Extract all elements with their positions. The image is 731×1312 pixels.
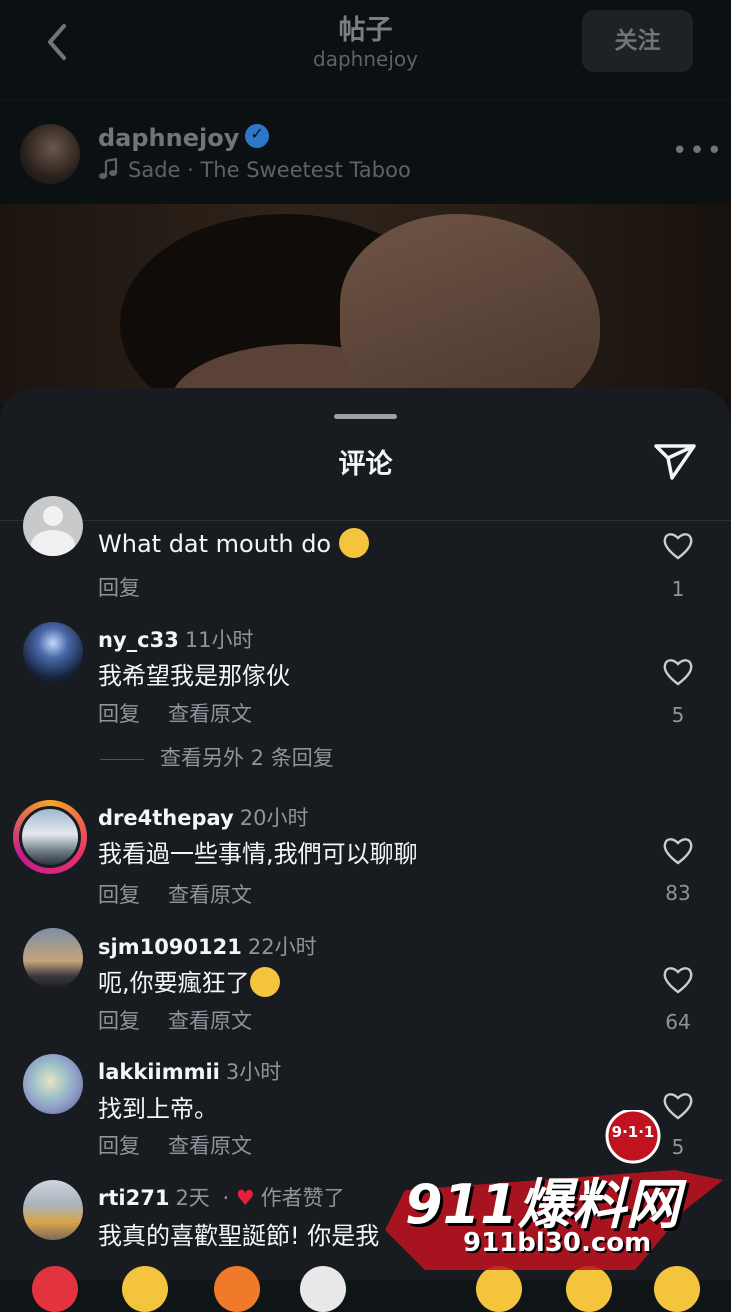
like-count: 64 — [665, 1010, 691, 1034]
expressionless-emoji-icon — [249, 967, 280, 997]
reply-button[interactable]: 回复 — [98, 1134, 140, 1158]
like-count: 5 — [671, 703, 685, 727]
comment-username[interactable]: dre4thepay 20小时 — [98, 802, 308, 832]
like-heart-icon[interactable] — [662, 531, 694, 561]
comment-text: What dat mouth do — [98, 528, 369, 560]
reply-button[interactable]: 回复 — [98, 883, 140, 907]
comment-avatar[interactable] — [23, 928, 83, 988]
reply-thread-line — [100, 758, 144, 760]
reply-button[interactable]: 回复 — [98, 576, 140, 600]
comment-username[interactable]: sjm1090121 22小时 — [98, 931, 317, 961]
like-heart-icon[interactable] — [662, 836, 694, 866]
fire-emoji-icon[interactable] — [214, 1266, 260, 1312]
drag-handle[interactable] — [334, 414, 397, 419]
verified-badge-icon — [245, 124, 270, 148]
like-heart-icon[interactable] — [662, 965, 694, 995]
music-note-icon — [99, 157, 118, 179]
yum-emoji-icon — [338, 528, 369, 558]
post-image — [0, 204, 731, 404]
comment-text: 我真的喜歡聖誕節! 你是我 — [98, 1222, 380, 1250]
watermark-url: 911bl30.com — [463, 1228, 652, 1258]
comment-avatar[interactable] — [23, 622, 83, 682]
watermark-logo: 9·1·1 911爆料网 911bl30.com — [385, 1108, 725, 1280]
comment-actions: 回复 查看原文 — [98, 1130, 280, 1160]
more-options-icon[interactable]: ••• — [672, 136, 724, 166]
post-username[interactable]: daphnejoy — [98, 124, 270, 152]
comment-username[interactable]: ny_c33 11小时 — [98, 624, 254, 654]
see-original-button[interactable]: 查看原文 — [168, 1134, 252, 1158]
music-info[interactable]: Sade · The Sweetest Taboo — [98, 157, 411, 182]
top-bar: 帖子 daphnejoy 关注 — [0, 0, 731, 100]
comment-text: 我看過一些事情,我們可以聊聊 — [98, 840, 418, 868]
author-liked-heart-icon: ♥ — [235, 1186, 255, 1210]
like-count: 1 — [671, 577, 685, 601]
like-count: 83 — [665, 881, 691, 905]
see-original-button[interactable]: 查看原文 — [168, 702, 252, 726]
comment-text: 呃,你要瘋狂了 — [98, 963, 280, 999]
comments-title: 评论 — [338, 449, 393, 480]
comment-actions: 回复 — [98, 572, 168, 602]
share-send-icon[interactable] — [652, 438, 698, 484]
comment-avatar[interactable] — [23, 1054, 83, 1114]
comment-actions: 回复 查看原文 — [98, 698, 280, 728]
comment-avatar[interactable] — [23, 1180, 83, 1240]
comment-avatar[interactable] — [23, 496, 83, 556]
see-original-button[interactable]: 查看原文 — [168, 1009, 252, 1033]
view-more-replies[interactable]: 查看另外 2 条回复 — [100, 742, 334, 772]
post-avatar[interactable] — [20, 124, 80, 184]
heart-emoji-icon[interactable] — [32, 1266, 78, 1312]
sheet-divider — [0, 520, 731, 521]
clap-emoji-icon[interactable] — [300, 1266, 346, 1312]
comment-text: 找到上帝。 — [98, 1095, 218, 1123]
comment-avatar[interactable] — [19, 806, 81, 868]
comment-username[interactable]: lakkiimmii 3小时 — [98, 1056, 281, 1086]
smile-emoji-icon[interactable] — [122, 1266, 168, 1312]
reply-button[interactable]: 回复 — [98, 702, 140, 726]
watermark-badge: 9·1·1 — [611, 1123, 655, 1141]
like-heart-icon[interactable] — [662, 657, 694, 687]
post-header — [0, 100, 731, 205]
reply-button[interactable]: 回复 — [98, 1009, 140, 1033]
comment-text: 我希望我是那傢伙 — [98, 662, 290, 690]
comment-actions: 回复 查看原文 — [98, 879, 280, 909]
comment-actions: 回复 查看原文 — [98, 1005, 280, 1035]
see-original-button[interactable]: 查看原文 — [168, 883, 252, 907]
follow-button[interactable]: 关注 — [582, 10, 693, 72]
image-hand — [340, 214, 600, 404]
comment-username[interactable]: rti271 2天 · ♥ 作者赞了 — [98, 1182, 345, 1212]
